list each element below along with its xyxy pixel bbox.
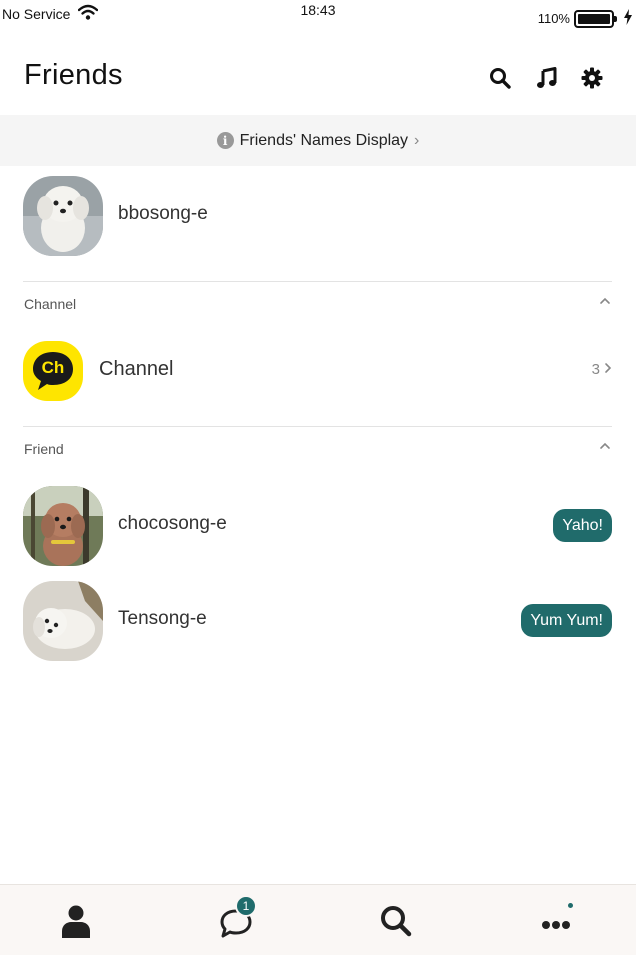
battery-icon [574, 9, 617, 28]
chevron-up-icon[interactable] [598, 439, 612, 453]
avatar [23, 176, 103, 256]
tab-friends[interactable] [56, 903, 96, 943]
tab-bar: 1 [0, 884, 636, 955]
names-display-label: Friends' Names Display [239, 131, 409, 149]
channel-logo: Ch [23, 341, 83, 401]
chevron-right-icon: › [414, 131, 420, 149]
channel-name: Channel [99, 358, 174, 380]
friend-row[interactable]: chocosong-e Yaho! [0, 486, 636, 566]
search-icon [379, 904, 413, 943]
friend-row[interactable]: Tensong-e Yum Yum! [0, 581, 636, 661]
notification-dot [568, 903, 573, 908]
gear-icon[interactable] [580, 66, 604, 90]
search-icon[interactable] [488, 66, 512, 90]
info-icon: i [216, 132, 234, 149]
channel-section-header: Channel [0, 290, 636, 320]
person-icon [61, 904, 91, 943]
channel-row[interactable]: Ch Channel 3 [0, 340, 636, 402]
page-title: Friends [24, 59, 123, 91]
channel-section-label: Channel [24, 296, 77, 312]
friend-name: Tensong-e [118, 608, 207, 629]
divider [23, 281, 612, 282]
chevron-right-icon [604, 361, 612, 378]
channel-logo-text: Ch [41, 358, 65, 377]
my-profile-row[interactable]: bbosong-e [0, 176, 636, 256]
channel-count: 3 [592, 361, 612, 378]
battery-percent: 110% [537, 11, 570, 26]
friend-section-label: Friend [24, 441, 64, 457]
avatar [23, 581, 103, 661]
channel-count-value: 3 [591, 361, 600, 378]
status-message[interactable]: Yum Yum! [521, 604, 612, 637]
more-icon [539, 903, 573, 940]
status-right: 110% [538, 9, 632, 28]
status-message[interactable]: Yaho! [553, 509, 612, 542]
friend-section-header: Friend [0, 435, 636, 465]
divider [23, 426, 612, 427]
profile-name: bbosong-e [118, 203, 208, 224]
charging-icon [624, 9, 632, 28]
header: Friends [0, 50, 636, 110]
header-actions [488, 66, 604, 90]
tab-more[interactable] [536, 903, 576, 943]
chevron-up-icon[interactable] [598, 294, 612, 308]
chat-bubble-icon: 1 [219, 895, 257, 939]
friend-name: chocosong-e [118, 513, 227, 534]
chat-badge: 1 [235, 895, 257, 917]
music-icon[interactable] [534, 66, 558, 90]
names-display-banner[interactable]: i Friends' Names Display › [0, 115, 636, 166]
status-bar: No Service 18:43 110% [0, 0, 636, 28]
avatar [23, 486, 103, 566]
tab-search[interactable] [376, 903, 416, 943]
tab-chats[interactable]: 1 [216, 895, 257, 943]
